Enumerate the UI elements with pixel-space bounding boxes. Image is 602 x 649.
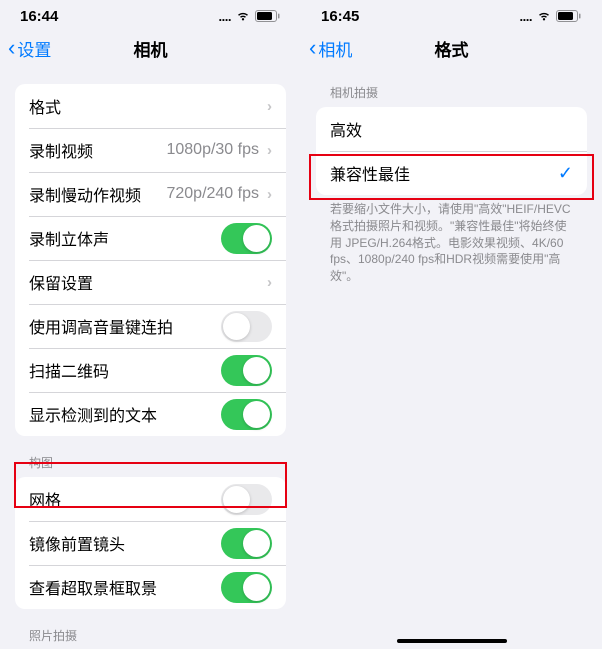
row-record-video[interactable]: 录制视频 1080p/30 fps › [15,128,286,172]
phone-formats-settings: 16:45 .... ‹ 相机 格式 相机拍摄 高效 兼容性最佳 [301,0,602,649]
toggle-scan-qr[interactable] [221,355,272,386]
toggle-mirror-front[interactable] [221,528,272,559]
toggle-volume-burst[interactable] [221,311,272,342]
row-most-compatible[interactable]: 兼容性最佳 ✓ [316,151,587,195]
status-indicators: .... [520,9,582,24]
row-view-outside-frame[interactable]: 查看超取景框取景 [15,565,286,609]
chevron-left-icon: ‹ [309,37,316,59]
status-bar: 16:45 .... [301,6,602,26]
section-header-photo-capture: 照片拍摄 [15,627,286,649]
page-title: 相机 [134,36,168,61]
row-scan-qr[interactable]: 扫描二维码 [15,348,286,392]
section-footer-formats: 若要缩小文件大小，请使用"高效"HEIF/HEVC 格式拍摄照片和视频。"兼容性… [316,195,587,285]
checkmark-icon: ✓ [558,163,573,184]
row-formats[interactable]: 格式 › [15,84,286,128]
row-detected-text[interactable]: 显示检测到的文本 [15,392,286,436]
status-indicators: .... [219,9,281,24]
page-title: 格式 [435,36,469,61]
formats-content: 相机拍摄 高效 兼容性最佳 ✓ 若要缩小文件大小，请使用"高效"HEIF/HEV… [301,70,602,649]
battery-icon [255,10,281,22]
phone-camera-settings: 16:44 .... ‹ 设置 相机 格式 › 录制视频 [0,0,301,649]
chevron-right-icon: › [267,142,272,159]
nav-bar: ‹ 设置 相机 [0,26,301,70]
row-preserve-settings[interactable]: 保留设置 › [15,260,286,304]
battery-icon [556,10,582,22]
toggle-detected-text[interactable] [221,399,272,430]
row-grid[interactable]: 网格 [15,477,286,521]
row-stereo[interactable]: 录制立体声 [15,216,286,260]
chevron-right-icon: › [267,274,272,291]
settings-content: 格式 › 录制视频 1080p/30 fps › 录制慢动作视频 720p/24… [0,70,301,649]
back-label: 相机 [318,36,352,61]
row-high-efficiency[interactable]: 高效 [316,107,587,151]
back-label: 设置 [17,36,51,61]
status-time: 16:44 [20,8,58,25]
wifi-icon [536,10,552,22]
row-record-slomo[interactable]: 录制慢动作视频 720p/240 fps › [15,172,286,216]
section-header-camera-capture: 相机拍摄 [316,84,587,107]
toggle-grid[interactable] [221,484,272,515]
back-button[interactable]: ‹ 相机 [309,36,352,61]
cellular-dots: .... [219,9,231,24]
wifi-icon [235,10,251,22]
toggle-view-outside-frame[interactable] [221,572,272,603]
row-volume-burst[interactable]: 使用调高音量键连拍 [15,304,286,348]
toggle-stereo[interactable] [221,223,272,254]
cellular-dots: .... [520,9,532,24]
nav-bar: ‹ 相机 格式 [301,26,602,70]
chevron-right-icon: › [267,186,272,203]
status-time: 16:45 [321,8,359,25]
back-button[interactable]: ‹ 设置 [8,36,51,61]
chevron-right-icon: › [267,98,272,115]
home-indicator [397,639,507,643]
row-mirror-front[interactable]: 镜像前置镜头 [15,521,286,565]
section-header-composition: 构图 [15,454,286,477]
status-bar: 16:44 .... [0,6,301,26]
chevron-left-icon: ‹ [8,37,15,59]
